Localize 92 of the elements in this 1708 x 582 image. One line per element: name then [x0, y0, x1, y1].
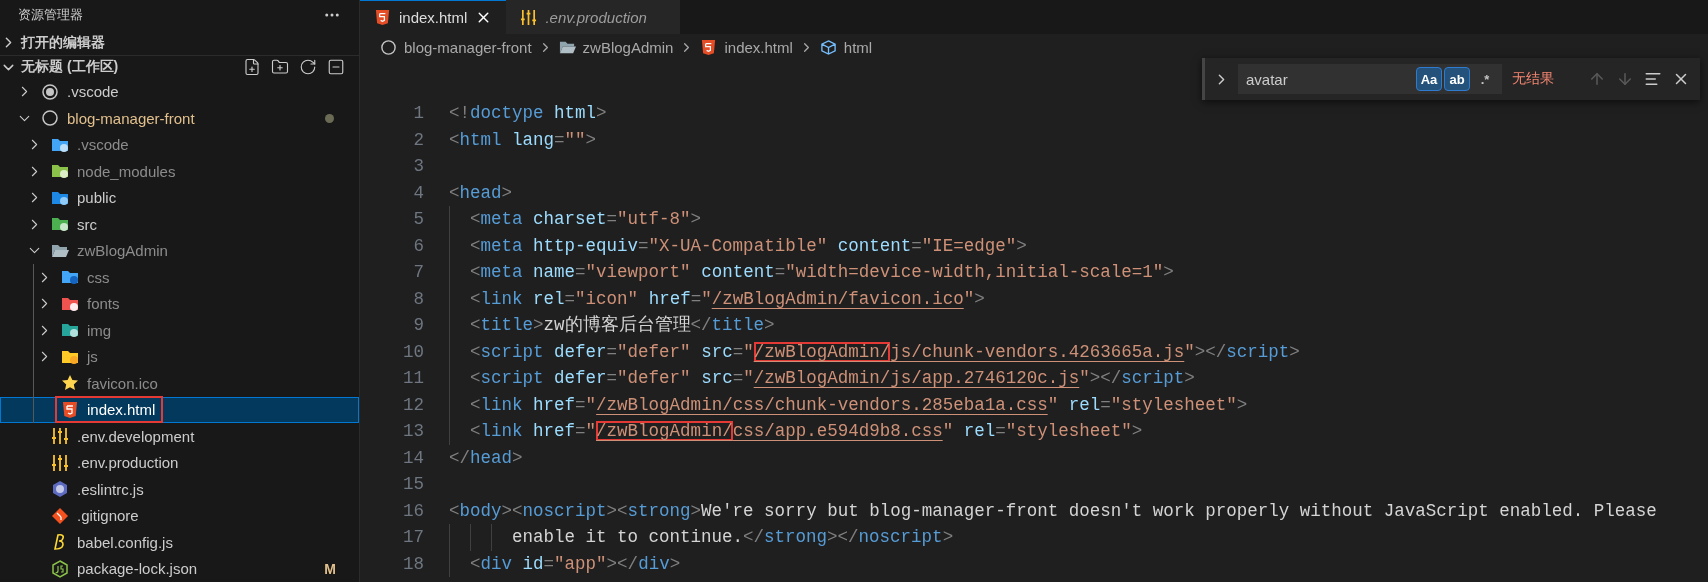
section-header[interactable]: 打开的编辑器 — [0, 30, 359, 55]
line-number: 14 — [402, 447, 424, 468]
line-number: 16 — [402, 500, 424, 521]
search-field[interactable]: avatar Aa ab .* — [1238, 64, 1502, 94]
shield-icon — [61, 400, 79, 419]
search-option-toggle[interactable]: Aa — [1416, 67, 1442, 91]
code-line: <!doctype html> — [449, 102, 607, 125]
line-number: 6 — [412, 235, 424, 256]
no-results-message: 无结果 — [1512, 70, 1555, 88]
code-line: <title>zw的博客后台管理</title> — [449, 312, 775, 339]
breadcrumb-item[interactable]: index.html — [700, 38, 793, 56]
arrow-down-icon — [1616, 70, 1634, 88]
folder-item[interactable]: js — [0, 343, 359, 370]
line-number: 18 — [402, 553, 424, 574]
sidebar-title: 资源管理器 — [18, 6, 83, 25]
hexagon-icon — [51, 480, 69, 499]
diamond-icon — [51, 506, 69, 525]
code-line: <link href="/zwBlogAdmin/css/chunk-vendors.285eba1a.css" rel="stylesheet"> — [449, 391, 1248, 418]
folder-icon — [51, 162, 69, 181]
shield-icon — [700, 38, 718, 56]
file-item[interactable]: .gitignore — [0, 502, 359, 529]
code-line: <meta http-equiv="X-UA-Compatible" content="IE=edge"> — [449, 232, 1027, 259]
line-number: 2 — [412, 129, 424, 150]
code-line: <link rel="icon" href="/zwBlogAdmin/favicon.ico"> — [449, 285, 985, 312]
folder-item[interactable]: fonts — [0, 290, 359, 317]
code-line: <body><noscript><strong>We're sorry but blog-manager-front doesn't work properly without JavaScript enabled. Please — [449, 499, 1657, 523]
breadcrumb-item[interactable]: zwBlogAdmin — [558, 38, 674, 56]
folder-item[interactable]: zwBlogAdmin — [0, 237, 359, 264]
file-item[interactable]: index.html — [0, 396, 359, 423]
folder-item[interactable]: .vscode — [0, 78, 359, 105]
line-number: 10 — [402, 341, 424, 362]
section-header[interactable]: 无标题 (工作区) — [0, 54, 359, 79]
file-item[interactable]: .eslintrc.js — [0, 476, 359, 503]
line-number: 13 — [402, 421, 424, 442]
line-number: 11 — [402, 368, 424, 389]
line-number: 15 — [402, 474, 424, 495]
circle-dot-icon — [41, 82, 59, 101]
breadcrumb-item[interactable]: blog-manager-front — [380, 38, 532, 56]
code-line: <head> — [449, 181, 513, 205]
line-number: 5 — [412, 209, 424, 230]
section-title: 无标题 (工作区) — [21, 58, 120, 76]
code-line: <script defer="defer" src="/zwBlogAdmin/js/app.2746120c.js"></script> — [449, 365, 1195, 392]
folder-item[interactable]: css — [0, 264, 359, 291]
lines-icon — [1644, 70, 1662, 88]
new-file-icon[interactable] — [243, 58, 261, 76]
search-option-toggle[interactable]: .* — [1472, 67, 1498, 91]
line-number: 17 — [402, 527, 424, 548]
folder-item[interactable]: src — [0, 211, 359, 238]
code-line: <meta name="viewport" content="width=device-width,initial-scale=1"> — [449, 259, 1174, 286]
line-number: 1 — [412, 103, 424, 124]
git-status-label: M — [324, 560, 336, 577]
file-item[interactable]: package-lock.json M — [0, 555, 359, 582]
folder-item[interactable]: node_modules — [0, 158, 359, 185]
folder-icon — [51, 215, 69, 234]
file-item[interactable]: .env.development — [0, 423, 359, 450]
folder-icon — [61, 321, 79, 340]
folder-item[interactable]: .vscode — [0, 131, 359, 158]
breadcrumb-item[interactable]: html — [819, 38, 873, 56]
star-icon — [61, 374, 79, 393]
sliders-icon — [51, 453, 69, 472]
line-number: 3 — [412, 156, 424, 177]
new-folder-icon[interactable] — [271, 58, 289, 76]
modified-dot — [325, 113, 334, 123]
line-number: 7 — [412, 262, 424, 283]
line-number: 12 — [402, 394, 424, 415]
line-number: 8 — [412, 288, 424, 309]
circle-icon — [380, 38, 397, 56]
code-line: <div id="app"></div> — [449, 550, 681, 577]
hexagon-icon — [51, 559, 69, 578]
refresh-icon[interactable] — [299, 58, 317, 76]
code-line: enable it to continue.</strong></noscript> — [449, 524, 954, 551]
code-line: </head> — [449, 446, 523, 470]
folder-item[interactable]: img — [0, 317, 359, 344]
editor-tab[interactable]: .env.production — [506, 0, 681, 34]
search-option-toggle[interactable]: ab — [1444, 67, 1470, 91]
sliders-icon — [520, 9, 538, 26]
shield-icon — [374, 9, 391, 26]
folder-item[interactable]: public — [0, 184, 359, 211]
cube-icon — [819, 38, 837, 56]
editor-tab[interactable]: index.html — [360, 0, 507, 34]
circle-icon — [41, 109, 59, 128]
file-item[interactable]: babel.config.js — [0, 529, 359, 556]
collapse-icon[interactable] — [327, 58, 345, 76]
folder-item[interactable]: blog-manager-front — [0, 105, 359, 132]
folder-icon — [61, 268, 79, 287]
code-line: <meta charset="utf-8"> — [449, 206, 702, 233]
file-item[interactable]: .env.production — [0, 449, 359, 476]
sliders-icon — [51, 427, 69, 446]
code-line: <html lang=""> — [449, 128, 597, 152]
line-number: 4 — [412, 182, 424, 203]
line-number: 9 — [412, 315, 424, 336]
file-item[interactable]: favicon.ico — [0, 370, 359, 397]
